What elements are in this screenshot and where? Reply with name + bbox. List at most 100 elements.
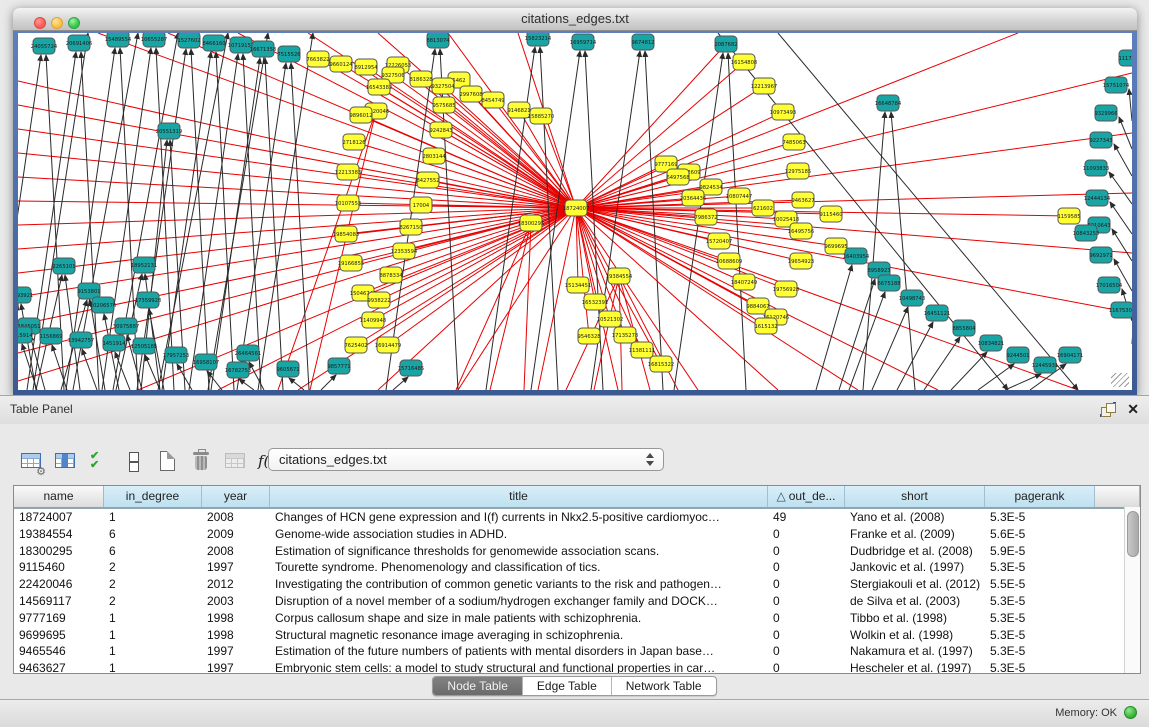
table-cell[interactable]: de Silva et al. (2003) [845,593,985,610]
graph-node[interactable]: 18300295 [518,215,544,231]
graph-node[interactable]: 3915914 [18,327,33,343]
graph-node[interactable]: 20364436 [680,190,706,206]
table-cell[interactable]: 22420046 [14,576,104,593]
table-cell[interactable]: 6 [104,526,202,543]
graph-node[interactable]: 17359928 [135,292,161,308]
table-cell[interactable]: Genome-wide association studies in ADHD. [270,526,768,543]
graph-node[interactable]: 10655287 [141,33,167,47]
table-cell[interactable]: Structural magnetic resonance image aver… [270,627,768,644]
table-cell[interactable]: Estimation of significance thresholds fo… [270,543,768,560]
graph-node[interactable]: 8912954 [354,59,378,75]
graph-node[interactable]: 20551319 [156,123,182,139]
close-panel-icon[interactable]: ✕ [1127,401,1139,417]
table-row[interactable]: 977716911998Corpus callosum shape and si… [14,610,1125,627]
graph-node[interactable]: 9692971 [1089,247,1112,263]
tab-network-table[interactable]: Network Table [611,677,716,695]
graph-node[interactable]: 19756928 [773,281,799,297]
graph-node[interactable]: 7625402 [344,337,367,353]
graph-node[interactable]: 11675309 [1109,302,1132,318]
header-cell-pagerank[interactable]: pagerank [985,486,1095,507]
tab-node-table[interactable]: Node Table [433,677,522,695]
delete-table-icon[interactable] [188,448,216,476]
graph-node[interactable]: 7515526 [277,46,300,62]
table-row[interactable]: 1456911722003Disruption of a novel membe… [14,593,1125,610]
table-cell[interactable]: 1998 [202,627,270,644]
graph-node[interactable]: 20691406 [66,35,92,51]
table-cell[interactable]: 5.3E-5 [985,509,1095,526]
table-cell[interactable]: 2003 [202,593,270,610]
table-cell[interactable]: 0 [768,593,845,610]
graph-node[interactable]: 19854083 [333,226,359,242]
graph-node[interactable]: 9699695 [824,238,847,254]
graph-node[interactable]: 16904171 [1057,347,1083,363]
graph-node[interactable]: 16451121 [924,305,950,321]
unselect-all-columns-icon[interactable] [120,448,148,476]
graph-node[interactable]: 16495756 [788,223,814,239]
table-cell[interactable]: Nakamura et al. (1997) [845,643,985,660]
graph-node[interactable]: 18724007 [563,200,589,216]
table-row[interactable]: 1872400712008Changes of HCN gene express… [14,509,1125,526]
graph-node[interactable]: 8813074 [426,33,450,48]
table-cell[interactable]: 1998 [202,610,270,627]
graph-node[interactable]: 15134451 [565,277,591,293]
graph-node[interactable]: 18952131 [131,257,157,273]
table-cell[interactable]: Stergiakouli et al. (2012) [845,576,985,593]
graph-node[interactable]: 8427552 [416,172,439,188]
graph-node[interactable]: 20206576 [90,297,116,313]
graph-node[interactable]: 12445931 [1032,357,1058,373]
graph-node[interactable]: 10107553 [335,195,361,211]
table-cell[interactable]: 0 [768,576,845,593]
graph-node[interactable]: 12353594 [391,243,418,259]
table-cell[interactable]: 9699695 [14,627,104,644]
graph-node[interactable]: 9896012 [349,107,372,123]
table-cell[interactable]: 5.3E-5 [985,643,1095,660]
graph-node[interactable]: 16958107 [193,354,219,370]
table-cell[interactable]: Estimation of the future numbers of pati… [270,643,768,660]
vertical-scrollbar[interactable] [1124,507,1140,673]
header-cell-name[interactable]: name [14,486,104,507]
show-column-icon[interactable] [52,448,80,476]
graph-node[interactable]: 2997608 [459,86,482,102]
graph-node[interactable]: 15716485 [398,360,424,376]
graph-node[interactable]: 15823214 [525,33,552,46]
graph-node[interactable]: 8466160 [202,35,225,51]
graph-node[interactable]: 11381111 [629,342,655,358]
graph-node[interactable]: 11093833 [1083,160,1109,176]
graph-node[interactable]: 9242843 [429,122,452,138]
table-cell[interactable]: 6 [104,543,202,560]
graph-node[interactable]: 7485063 [782,134,805,150]
graph-node[interactable]: 16782753 [225,362,251,378]
graph-node[interactable]: 19166855 [338,255,364,271]
graph-node[interactable]: 9938222 [367,292,390,308]
table-cell[interactable]: 0 [768,526,845,543]
import-table-icon[interactable] [222,448,250,476]
table-cell[interactable]: 5.5E-5 [985,576,1095,593]
graph-node[interactable]: 10807447 [726,188,752,204]
graph-node[interactable]: 16959714 [570,34,597,50]
table-select-combo[interactable]: citations_edges.txt [268,448,664,471]
graph-node[interactable]: 2718126 [342,134,365,150]
graph-node[interactable]: 18407249 [731,274,757,290]
graph-node[interactable]: 13942757 [68,332,94,348]
table-cell[interactable]: 2 [104,559,202,576]
table-cell[interactable]: 0 [768,543,845,560]
table-cell[interactable]: Changes of HCN gene expression and I(f) … [270,509,768,526]
graph-node[interactable]: 9463627 [791,192,814,208]
table-cell[interactable]: 5.3E-5 [985,627,1095,644]
table-cell[interactable]: 5.3E-5 [985,660,1095,674]
table-cell[interactable]: 1997 [202,643,270,660]
graph-node[interactable]: 8454749 [481,92,504,108]
table-row[interactable]: 1830029562008Estimation of significance … [14,543,1125,560]
graph-node[interactable]: 10973493 [770,104,796,120]
table-cell[interactable]: 19384554 [14,526,104,543]
graph-node[interactable]: 17004 [410,197,432,213]
table-row[interactable]: 946362711997Embryonic stem cells: a mode… [14,660,1125,674]
float-panel-icon[interactable] [1101,403,1115,416]
table-cell[interactable]: 1 [104,660,202,674]
graph-node[interactable]: 17016504 [1096,277,1123,293]
graph-node[interactable]: 10521302 [597,311,623,327]
table-cell[interactable]: Yano et al. (2008) [845,509,985,526]
graph-node[interactable]: 19654923 [788,253,814,269]
table-cell[interactable]: 9463627 [14,660,104,674]
table-cell[interactable]: 1 [104,509,202,526]
